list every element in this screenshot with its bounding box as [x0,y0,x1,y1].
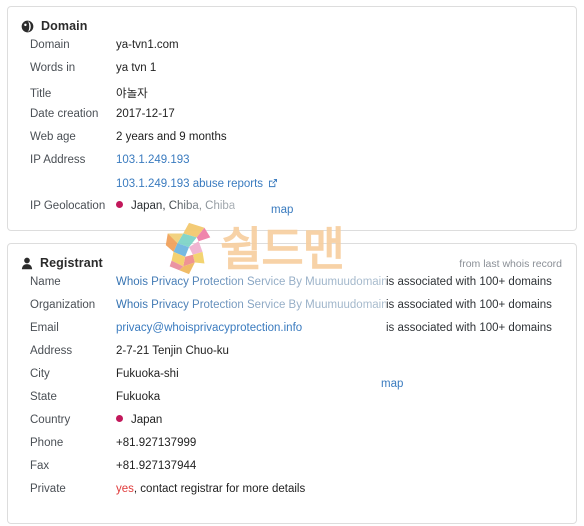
whois-record-note: from last whois record [459,258,562,270]
table-row: 103.1.249.193 abuse reports [8,177,576,200]
domain-rows: Domain ya-tvn1.com Words in ya tvn 1 Tit… [8,33,576,223]
domain-panel-header: Domain [8,7,576,33]
domain-panel: Domain Domain ya-tvn1.com Words in ya tv… [7,6,577,231]
row-label-ip-address: IP Address [30,154,86,166]
table-row: Organization Whois Privacy Protection Se… [8,299,576,322]
row-value-words-in: ya tvn 1 [116,62,157,74]
row-label-email: Email [30,322,59,334]
table-row: Words in ya tvn 1 [8,62,576,85]
row-value-address: 2-7-21 Tenjin Chuo-ku [116,345,229,357]
registrant-panel-header: Registrant from last whois record [8,244,576,270]
row-value-web-age: 2 years and 9 months [116,131,227,143]
row-label-address: Address [30,345,73,357]
row-value-domain: ya-tvn1.com [116,39,179,51]
email-assoc-note: is associated with 100+ domains [386,322,552,334]
row-value-date-creation: 2017-12-17 [116,108,175,120]
ip-geolocation-cell: Japan, Chiba, Chiba [116,200,235,212]
table-row: Fax +81.927137944 [8,460,576,483]
user-icon [21,257,33,270]
row-value-country-cell: Japan [116,414,162,426]
row-value-fax: +81.927137944 [116,460,197,472]
location-marker-icon [116,201,123,208]
registrant-panel-title: Registrant [40,256,103,270]
name-assoc-note: is associated with 100+ domains [386,276,552,288]
row-label-title: Title [30,88,52,100]
registrant-name-link[interactable]: Whois Privacy Protection Service By Muum… [116,276,388,288]
row-label-words-in: Words in [30,62,76,74]
registrant-panel: Registrant from last whois record Name W… [7,243,577,524]
table-row: Email privacy@whoisprivacyprotection.inf… [8,322,576,345]
table-row: Web age 2 years and 9 months [8,131,576,154]
table-row: State Fukuoka [8,391,576,414]
registrant-email-link[interactable]: privacy@whoisprivacyprotection.info [116,322,386,334]
external-link-icon[interactable] [268,178,278,188]
country-marker-icon [116,415,123,422]
table-row: IP Address 103.1.249.193 [8,154,576,177]
domain-panel-title: Domain [41,19,88,33]
table-row: Domain ya-tvn1.com [8,39,576,62]
table-row: City Fukuoka-shi [8,368,576,391]
row-value-title: 야놀자 [116,88,148,100]
private-status-badge: yes [116,483,134,495]
row-label-ip-geolocation: IP Geolocation [30,200,106,212]
row-label-organization: Organization [30,299,96,311]
row-value-private-cell: yes, contact registrar for more details [116,483,305,495]
city-map-link[interactable]: map [381,378,403,390]
row-label-phone: Phone [30,437,64,449]
abuse-reports-link[interactable]: 103.1.249.193 abuse reports [116,178,263,190]
table-row: Name Whois Privacy Protection Service By… [8,276,576,299]
table-row: Date creation 2017-12-17 [8,108,576,131]
table-row: Address 2-7-21 Tenjin Chuo-ku [8,345,576,368]
private-status-detail: , contact registrar for more details [133,483,306,495]
ip-address-link[interactable]: 103.1.249.193 [116,154,190,166]
abuse-reports-cell: 103.1.249.193 abuse reports [116,177,278,190]
ip-geolocation-value: Japan, Chiba, Chiba [131,200,236,212]
table-row: Private yes, contact registrar for more … [8,483,576,506]
whois-result-page: Domain Domain ya-tvn1.com Words in ya tv… [0,0,584,526]
globe-icon [21,20,34,33]
row-value-country: Japan [131,414,163,426]
row-label-country: Country [30,414,71,426]
registrant-organization-link[interactable]: Whois Privacy Protection Service By Muum… [116,299,388,311]
row-value-city: Fukuoka-shi [116,368,179,380]
row-label-name: Name [30,276,61,288]
row-label-domain: Domain [30,39,70,51]
table-row: Title 야놀자 [8,85,576,108]
row-value-state: Fukuoka [116,391,161,403]
row-label-date-creation: Date creation [30,108,99,120]
row-label-city: City [30,368,50,380]
row-value-phone: +81.927137999 [116,437,197,449]
row-label-fax: Fax [30,460,50,472]
row-label-private: Private [30,483,66,495]
row-label-web-age: Web age [30,131,76,143]
geolocation-map-link[interactable]: map [271,204,293,216]
registrant-rows: Name Whois Privacy Protection Service By… [8,270,576,506]
row-label-state: State [30,391,57,403]
table-row: Country Japan [8,414,576,437]
table-row: Phone +81.927137999 [8,437,576,460]
organization-assoc-note: is associated with 100+ domains [386,299,552,311]
